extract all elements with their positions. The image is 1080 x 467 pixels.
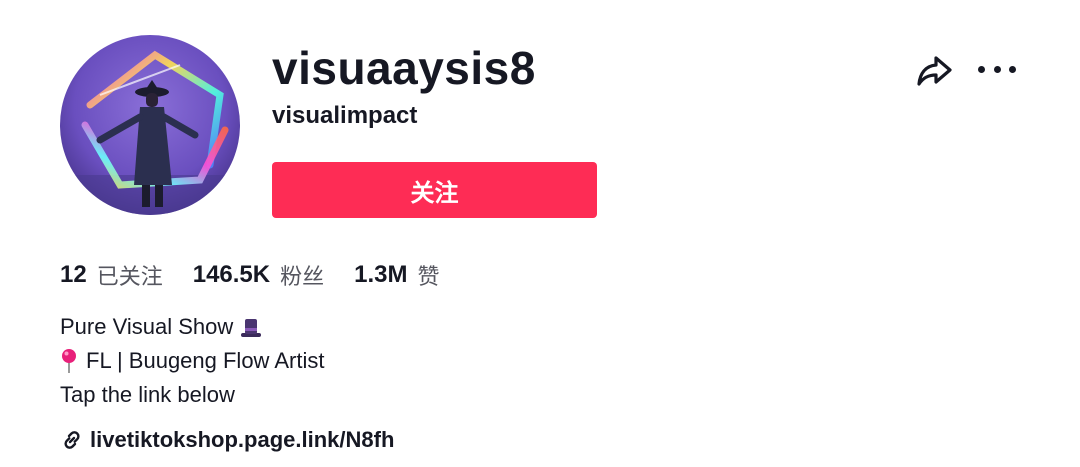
avatar-image: [60, 35, 240, 215]
more-dot: [978, 65, 985, 73]
stat-label: 已关注: [96, 265, 163, 290]
bio-text: FL | Buugeng Flow Artist: [86, 348, 325, 373]
avatar[interactable]: [60, 35, 240, 215]
more-dot: [993, 65, 1001, 73]
bio-text: Pure Visual Show: [60, 314, 234, 339]
bio-line: FL | Buugeng Flow Artist: [60, 344, 324, 378]
link-icon: [60, 428, 84, 452]
round-pushpin-icon: [60, 348, 78, 374]
stat-value: 1.3M: [354, 261, 408, 288]
bio-line: Tap the link below: [60, 378, 324, 412]
share-icon[interactable]: [914, 50, 954, 90]
link-text[interactable]: livetiktokshop.page.link/N8fh: [90, 427, 394, 453]
bio-line: Pure Visual Show: [60, 310, 324, 344]
username: visuaaysis8: [272, 42, 536, 94]
profile-stats: 12 已关注 146.5K 粉丝 1.3M 赞: [60, 258, 470, 292]
follow-button[interactable]: 关注: [272, 162, 597, 218]
more-icon[interactable]: [978, 58, 1016, 80]
stat-label: 赞: [417, 265, 440, 290]
nickname: visualimpact: [272, 102, 418, 129]
bio: Pure Visual Show FL | Buugeng Flow Artis…: [60, 310, 324, 412]
stat-value: 146.5K: [192, 261, 271, 288]
stat-following[interactable]: 12 已关注: [60, 259, 163, 291]
stat-followers[interactable]: 146.5K 粉丝: [193, 259, 324, 291]
stat-value: 12: [60, 261, 87, 288]
profile-link[interactable]: livetiktokshop.page.link/N8fh: [60, 423, 394, 457]
more-dot: [1009, 65, 1016, 73]
top-hat-icon: [239, 315, 263, 339]
bio-text: Tap the link below: [60, 382, 235, 407]
stat-likes[interactable]: 1.3M 赞: [354, 259, 439, 291]
stat-label: 粉丝: [280, 265, 325, 290]
